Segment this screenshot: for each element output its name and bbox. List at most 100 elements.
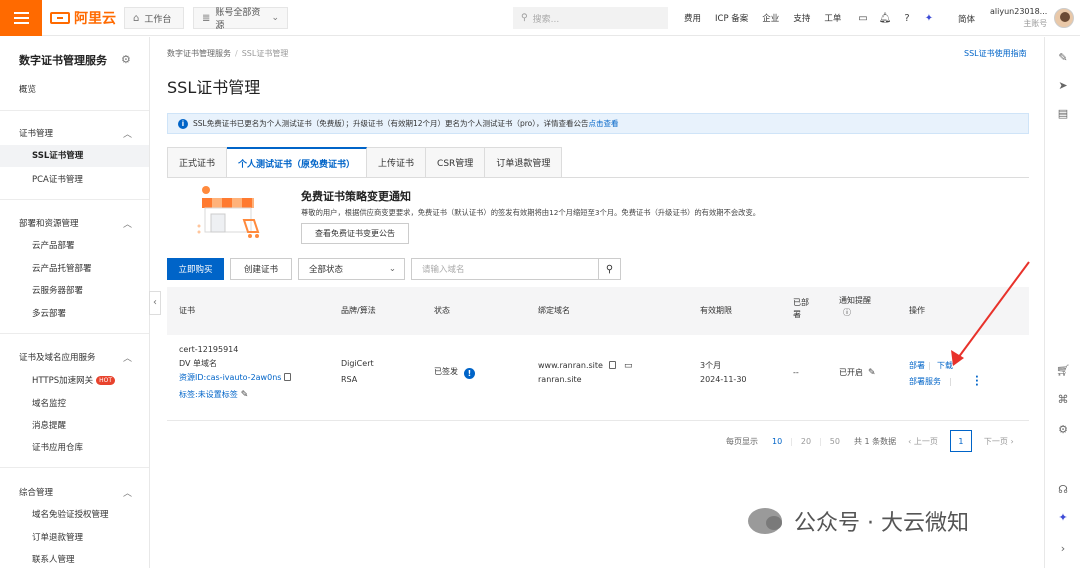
help-icon[interactable]: ? (896, 13, 918, 24)
breadcrumb-root[interactable]: 数字证书管理服务 (167, 49, 231, 58)
watermark: 公众号 · 大云微知 (748, 505, 969, 537)
pointer-icon[interactable]: ➤ (1045, 79, 1080, 92)
notify-status: 已开启 ✎ (839, 368, 876, 378)
deploy-service-link[interactable]: 部署服务 (909, 375, 941, 389)
download-link[interactable]: 下载 (937, 359, 953, 373)
domain-primary: www.ranran.site ▭ (538, 361, 633, 371)
search-icon: ⚲ (605, 263, 614, 275)
divider (0, 467, 149, 468)
language-switch[interactable]: 简体 (958, 13, 975, 25)
settings-icon[interactable]: ⚙ (1045, 423, 1080, 436)
top-link-fee[interactable]: 费用 (684, 12, 701, 24)
sidebar-item-cloud-deploy[interactable]: 云产品部署 (32, 239, 75, 251)
next-page-button[interactable]: 下一页 › (984, 436, 1014, 447)
domain-secondary: ranran.site (538, 375, 582, 384)
page-size-10[interactable]: 10 (772, 437, 782, 446)
brand-logo[interactable]: 阿里云 (50, 9, 116, 27)
sidebar-item-ssl[interactable]: SSL证书管理 (0, 145, 149, 167)
right-toolbar: ✎ ➤ ▤ 🛒︎ ⌘ ⚙ ☊ ✦ › (1044, 37, 1080, 568)
wechat-logo-icon (748, 508, 782, 534)
chevron-right-icon[interactable]: › (1045, 542, 1080, 555)
domain-search-input[interactable]: 请输入域名 (411, 258, 599, 280)
sidebar-item-multicloud-deploy[interactable]: 多云部署 (32, 307, 66, 319)
sidebar-item-cert-repo[interactable]: 证书应用仓库 (32, 441, 83, 453)
notice-banner: i SSL免费证书已更名为个人测试证书（免费版）；升级证书（有效期12个月）更名… (167, 113, 1029, 134)
sidebar-item-refund[interactable]: 订单退款管理 (32, 531, 83, 543)
more-actions-icon[interactable]: · · · (975, 373, 979, 391)
tag-cell[interactable]: 标签:未设置标签 ✎ (179, 388, 248, 402)
chevron-up-icon[interactable]: ︿ (123, 127, 132, 140)
sidebar-item-domain-monitor[interactable]: 域名监控 (32, 397, 66, 409)
bell-icon[interactable]: 🔔︎ (874, 13, 896, 24)
create-cert-button[interactable]: 创建证书 (230, 258, 292, 280)
pen-icon[interactable]: ✎ (1045, 51, 1080, 64)
sidebar-item-message-alert[interactable]: 消息提醒 (32, 419, 66, 431)
sidebar-group-cert[interactable]: 证书管理 (19, 127, 53, 139)
chevron-up-icon[interactable]: ︿ (123, 351, 132, 364)
document-icon[interactable]: ▤ (1045, 107, 1080, 120)
page-size-50[interactable]: 50 (830, 437, 840, 446)
cart-icon[interactable]: 🛒︎ (1045, 364, 1080, 377)
col-deployed: 已部署 (793, 298, 809, 319)
sidebar-item-overview[interactable]: 概览 (19, 83, 36, 95)
resource-id: 资源ID:cas-ivauto-2aw0ns (179, 371, 292, 385)
workbench-button[interactable]: ⌂ 工作台 (124, 7, 184, 29)
sidebar-item-contacts[interactable]: 联系人管理 (32, 553, 75, 565)
avatar[interactable] (1054, 8, 1074, 28)
assistant-icon[interactable]: ✦ (1045, 511, 1080, 524)
user-account[interactable]: aliyun23018... 主账号 (990, 6, 1047, 30)
monitor-icon[interactable]: ▭ (624, 361, 633, 371)
help-icon[interactable]: ⓘ (843, 307, 871, 319)
hot-badge: HOT (96, 376, 116, 385)
top-link-enterprise[interactable]: 企业 (762, 12, 779, 24)
chevron-up-icon[interactable]: ︿ (123, 217, 132, 230)
top-bar: 阿里云 ⌂ 工作台 ≣ 账号全部资源 ⌄ ⚲ 搜索... 费用 ICP 备案 企业 支持… (0, 0, 1080, 36)
sidebar-item-server-deploy[interactable]: 云服务器部署 (32, 284, 83, 296)
sidebar-group-domain-services[interactable]: 证书及域名应用服务 (19, 351, 96, 363)
notice-link[interactable]: 点击查看 (589, 118, 619, 129)
sidebar-item-hosted-deploy[interactable]: 云产品托管部署 (32, 262, 92, 274)
ssl-guide-link[interactable]: SSL证书使用指南 (964, 48, 1027, 59)
page-1-button[interactable]: 1 (949, 430, 972, 452)
terminal-icon[interactable]: ▭ (852, 13, 874, 24)
divider (0, 199, 149, 200)
resource-selector[interactable]: ≣ 账号全部资源 ⌄ (193, 7, 288, 31)
tab-csr[interactable]: CSR管理 (426, 147, 486, 178)
edit-icon[interactable]: ✎ (241, 390, 249, 400)
gear-icon[interactable]: ⚙ (121, 53, 131, 66)
top-link-icp[interactable]: ICP 备案 (715, 12, 748, 24)
chevron-up-icon[interactable]: ︿ (123, 486, 132, 499)
sidebar-item-https-gateway[interactable]: HTTPS加速网关 HOT (32, 374, 116, 386)
tab-test-cert[interactable]: 个人测试证书（原免费证书） (227, 147, 368, 178)
sidebar-group-general[interactable]: 综合管理 (19, 486, 53, 498)
tab-formal-cert[interactable]: 正式证书 (167, 147, 228, 178)
alert-icon[interactable]: ! (464, 368, 475, 379)
cert-name: cert-12195914 (179, 345, 239, 354)
col-domain: 绑定域名 (538, 306, 570, 315)
search-icon: ⚲ (521, 13, 528, 23)
edit-icon[interactable]: ✎ (868, 368, 876, 378)
view-announcement-button[interactable]: 查看免费证书变更公告 (301, 223, 409, 244)
page-size-20[interactable]: 20 (801, 437, 811, 446)
top-link-support[interactable]: 支持 (793, 12, 810, 24)
top-link-ticket[interactable]: 工单 (824, 12, 841, 24)
menu-icon[interactable] (0, 0, 42, 36)
status-select[interactable]: 全部状态 ⌄ (298, 258, 405, 280)
tab-upload-cert[interactable]: 上传证书 (367, 147, 427, 178)
assistant-icon[interactable]: ✦ (918, 13, 940, 24)
robot-icon[interactable]: ⌘ (1045, 393, 1080, 406)
deploy-link[interactable]: 部署 (909, 359, 925, 373)
prev-page-button[interactable]: ‹ 上一页 (908, 436, 938, 447)
sidebar-item-pca[interactable]: PCA证书管理 (32, 173, 83, 185)
tab-refund[interactable]: 订单退款管理 (485, 147, 563, 178)
sidebar-group-deploy[interactable]: 部署和资源管理 (19, 217, 79, 229)
global-search-input[interactable]: ⚲ 搜索... (513, 7, 668, 29)
headset-icon[interactable]: ☊ (1045, 483, 1080, 496)
search-button[interactable]: ⚲ (598, 258, 621, 280)
cert-brand: DigiCert (341, 359, 374, 368)
sidebar-item-domain-auth[interactable]: 域名免验证授权管理 (32, 508, 109, 520)
copy-icon[interactable] (284, 373, 292, 381)
top-icon-group: ▭ 🔔︎ ? ✦ (852, 0, 940, 36)
buy-now-button[interactable]: 立即购买 (167, 258, 224, 280)
copy-icon[interactable] (608, 361, 616, 369)
